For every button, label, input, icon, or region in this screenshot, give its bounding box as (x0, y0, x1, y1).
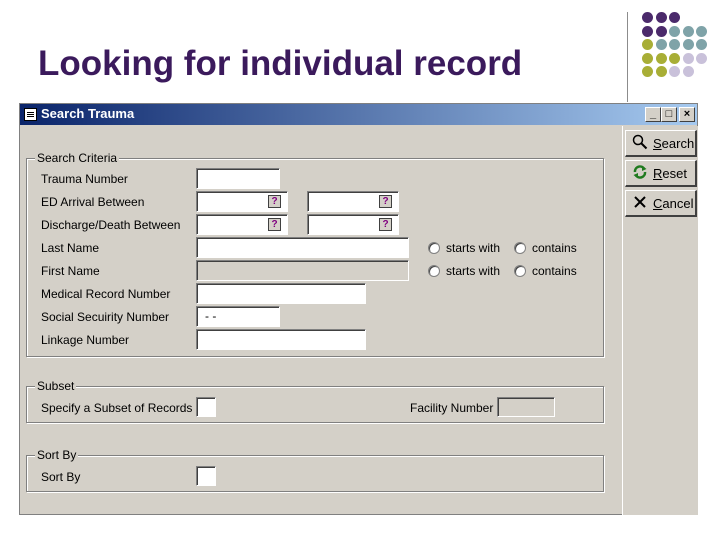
radio-circle[interactable] (428, 242, 440, 254)
decorative-dot (642, 39, 653, 50)
window-titlebar[interactable]: Search Trauma _ □ × (20, 104, 697, 125)
sort-by-label: Sort By (41, 470, 81, 484)
discharge-from-field[interactable]: ? (196, 214, 288, 235)
ed-arrival-from-field[interactable]: ? (196, 191, 288, 212)
last-name-label: Last Name (41, 241, 100, 255)
decorative-dot (642, 52, 653, 64)
calendar-icon[interactable]: ? (268, 195, 281, 208)
decorative-dot (682, 52, 694, 64)
maximize-button[interactable]: □ (661, 107, 677, 122)
reset-button[interactable]: Reset (625, 160, 697, 187)
decorative-dot (696, 39, 707, 50)
trauma-number-field[interactable] (196, 168, 280, 189)
ssn-field[interactable]: - - (196, 306, 280, 327)
cancel-button[interactable]: Cancel (625, 190, 697, 217)
radio-label: contains (532, 264, 577, 278)
calendar-icon[interactable]: ? (268, 218, 281, 231)
first-name-starts-with-radio[interactable]: starts with (428, 264, 500, 278)
reset-button-label: Reset (653, 165, 687, 181)
minimize-button[interactable]: _ (645, 107, 661, 122)
search-button-label: Search (653, 135, 695, 151)
search-criteria-legend: Search Criteria (35, 151, 120, 165)
decorative-dot (696, 52, 707, 64)
last-name-starts-with-radio[interactable]: starts with (428, 241, 500, 255)
radio-circle[interactable] (514, 242, 526, 254)
window-app-icon (24, 108, 37, 121)
decorative-dot (682, 66, 694, 77)
first-name-label: First Name (41, 264, 100, 278)
facility-number-field[interactable] (497, 397, 555, 417)
decorative-dot (669, 52, 680, 64)
decorative-dot (669, 66, 680, 77)
radio-circle[interactable] (428, 265, 440, 277)
ed-arrival-label: ED Arrival Between (41, 195, 145, 209)
decorative-dot (642, 66, 653, 77)
sort-by-box[interactable] (196, 466, 216, 486)
close-button[interactable]: × (679, 107, 695, 122)
ssn-label: Social Secuirity Number (41, 310, 170, 324)
calendar-icon[interactable]: ? (379, 195, 392, 208)
radio-label: starts with (446, 241, 501, 255)
last-name-contains-radio[interactable]: contains (514, 241, 577, 255)
search-trauma-window: Search Trauma _ □ × Search Criteria Trau… (19, 103, 698, 515)
mrn-field[interactable] (196, 283, 366, 304)
discharge-label: Discharge/Death Between (41, 218, 181, 232)
calendar-icon[interactable]: ? (379, 218, 392, 231)
decorative-dot (655, 39, 667, 50)
radio-circle[interactable] (514, 265, 526, 277)
specify-subset-label: Specify a Subset of Records (41, 401, 193, 415)
slide-title: Looking for individual record (38, 44, 523, 83)
decorative-dot (642, 12, 653, 23)
decorative-dot (696, 25, 707, 37)
facility-number-label: Facility Number (410, 401, 494, 415)
first-name-contains-radio[interactable]: contains (514, 264, 577, 278)
decorative-dot (682, 39, 694, 50)
decorative-dot (655, 52, 667, 64)
divider-line (627, 12, 628, 102)
decorative-dot (669, 12, 680, 23)
ed-arrival-to-field[interactable]: ? (307, 191, 399, 212)
magnifier-icon (631, 134, 649, 152)
radio-label: contains (532, 241, 577, 255)
mrn-label: Medical Record Number (41, 287, 171, 301)
decorative-dot (655, 66, 667, 77)
linkage-label: Linkage Number (41, 333, 130, 347)
decorative-dot (682, 25, 694, 37)
decorative-dot (669, 25, 680, 37)
linkage-field[interactable] (196, 329, 366, 350)
first-name-field[interactable] (196, 260, 409, 281)
sort-by-group: Sort By (26, 448, 604, 492)
search-button[interactable]: Search (625, 130, 697, 157)
window-title: Search Trauma (41, 106, 135, 121)
decorative-dot (669, 39, 680, 50)
sort-by-legend: Sort By (35, 448, 79, 462)
decorative-dot (655, 25, 667, 37)
decorative-dot (642, 25, 653, 37)
window-controls: _ □ × (645, 107, 695, 122)
x-icon (631, 194, 649, 212)
refresh-icon (631, 164, 649, 182)
decorative-dot (655, 12, 667, 23)
last-name-field[interactable] (196, 237, 409, 258)
specify-subset-checkbox[interactable] (196, 397, 216, 417)
command-panel: Search Reset Cancel (622, 126, 698, 515)
radio-label: starts with (446, 264, 501, 278)
subset-legend: Subset (35, 379, 77, 393)
cancel-button-label: Cancel (653, 195, 694, 211)
trauma-number-label: Trauma Number (41, 172, 128, 186)
discharge-to-field[interactable]: ? (307, 214, 399, 235)
